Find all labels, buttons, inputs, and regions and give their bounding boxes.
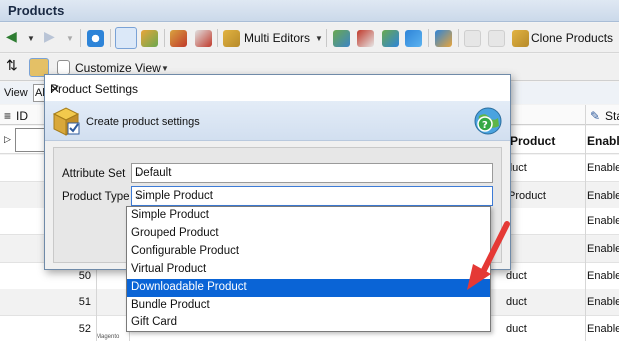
dialog-title-bar: Product Settings ✕ [45, 75, 510, 101]
multi-editors-icon[interactable] [223, 30, 240, 47]
product-type-dropdown: Simple Product Grouped Product Configura… [126, 206, 491, 332]
settings-tools-icon[interactable] [357, 30, 374, 47]
back-dropdown-icon[interactable]: ▼ [27, 34, 35, 43]
column-divider [585, 105, 586, 341]
app-title: Products [8, 3, 65, 18]
customize-view-button[interactable]: Customize View [75, 61, 161, 75]
id-cell: 52 [78, 323, 91, 335]
export-icon[interactable] [405, 30, 422, 47]
option-virtual-product[interactable]: Virtual Product [127, 261, 490, 279]
option-bundle-product[interactable]: Bundle Product [127, 297, 490, 315]
thumbnail-brand-text: Magento [96, 334, 120, 340]
status-cell: Enable [587, 243, 619, 255]
id-cell: 50 [78, 270, 91, 282]
option-simple-product[interactable]: Simple Product [127, 207, 490, 225]
customize-view-icon [57, 60, 70, 75]
customize-view-dropdown-icon[interactable]: ▼ [161, 64, 169, 73]
main-toolbar: ◀ ▼ ▶ ▼ Multi Editors ▼ Clone Products [0, 23, 619, 53]
id-column-header[interactable]: ID [16, 109, 28, 123]
row-indicator-icon: ▷ [4, 134, 11, 144]
shield-icon[interactable] [435, 30, 452, 47]
sync-icon[interactable] [333, 30, 350, 47]
status-cell: Enable [587, 162, 619, 174]
help-globe-icon[interactable]: ? [473, 106, 503, 136]
forward-arrow-icon[interactable]: ▶ [44, 28, 55, 45]
option-gift-card[interactable]: Gift Card [127, 314, 490, 332]
option-downloadable-product[interactable]: Downloadable Product [127, 279, 490, 297]
remove-icon[interactable] [195, 30, 212, 47]
status-cell: Enable [587, 270, 619, 282]
chevron-down-icon: ⌄ [135, 190, 145, 202]
close-icon[interactable]: ✕ [50, 82, 498, 96]
web-icon[interactable] [382, 30, 399, 47]
svg-text:?: ? [482, 120, 488, 131]
status-cell: Enable [587, 296, 619, 308]
product-type-label: Product Type [62, 191, 130, 203]
option-grouped-product[interactable]: Grouped Product [127, 225, 490, 243]
app-title-bar: Products [0, 0, 619, 22]
product-type-select[interactable]: Simple Product ⌄ [131, 186, 493, 206]
option-configurable-product[interactable]: Configurable Product [127, 243, 490, 261]
clone-products-icon[interactable] [512, 30, 529, 47]
dialog-header-text: Create product settings [86, 116, 200, 128]
product-type-cell: duct [506, 323, 527, 335]
clone-products-button[interactable]: Clone Products [531, 31, 613, 45]
product-thumbnail: Magento [96, 318, 128, 340]
copy-icon[interactable] [464, 30, 481, 47]
back-arrow-icon[interactable]: ◀ [6, 28, 17, 45]
refresh-icon[interactable] [87, 30, 104, 47]
paste-icon[interactable] [488, 30, 505, 47]
forward-dropdown-icon[interactable]: ▼ [66, 34, 74, 43]
dialog-header-band: Create product settings ? [45, 101, 510, 141]
add-product-icon[interactable] [115, 27, 137, 49]
product-type-cell: Product [508, 190, 546, 202]
chevron-down-icon: ⌄ [135, 167, 145, 179]
edit-product-icon[interactable] [141, 30, 158, 47]
status-cell: Enable [587, 323, 619, 335]
product-type-header[interactable]: Product [510, 134, 555, 148]
status-sub-header[interactable]: Enable [587, 134, 619, 148]
status-column-header[interactable]: Sta [605, 109, 619, 123]
attribute-set-label: Attribute Set [62, 168, 126, 180]
status-cell: Enable [587, 190, 619, 202]
attribute-set-select[interactable]: Default ⌄ [131, 163, 493, 183]
status-cell: Enable [587, 215, 619, 227]
fit-columns-icon[interactable]: ⇅ [6, 57, 18, 74]
id-cell: 51 [78, 296, 91, 308]
product-box-icon [52, 107, 80, 136]
status-edit-icon: ✎ [590, 109, 601, 123]
multi-editors-dropdown-icon[interactable]: ▼ [315, 34, 323, 43]
annotation-arrow-icon [467, 221, 510, 290]
view-label: View [4, 87, 28, 99]
column-chooser-icon[interactable]: ≡ [4, 109, 11, 123]
delete-product-icon[interactable] [170, 30, 187, 47]
multi-editors-button[interactable]: Multi Editors [244, 31, 310, 45]
